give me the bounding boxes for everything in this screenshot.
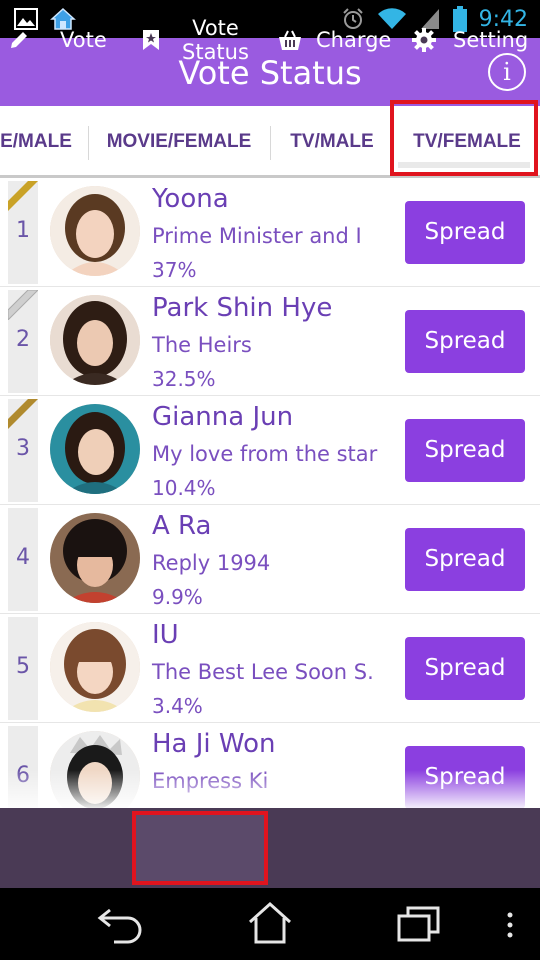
overflow-menu-icon[interactable] xyxy=(506,912,514,938)
bottom-nav xyxy=(0,808,540,888)
active-nav-highlight xyxy=(132,811,268,885)
candidate-name: A Ra xyxy=(152,511,212,541)
tab-movie-male[interactable]: E/MALE xyxy=(0,106,86,175)
avatar xyxy=(50,731,140,808)
nav-vote-status-label-1: Vote xyxy=(192,16,239,40)
bronze-corner-icon xyxy=(8,399,38,429)
vote-percent: 9.9% xyxy=(152,585,203,609)
recent-apps-icon[interactable] xyxy=(396,904,442,944)
nav-charge-label: Charge xyxy=(316,28,392,52)
rank-number: 6 xyxy=(16,763,30,788)
candidate-name: Gianna Jun xyxy=(152,402,294,432)
vote-ranking-list: 1 Yoona Prime Minister and I 37% Spread … xyxy=(0,178,540,808)
system-nav-bar xyxy=(0,888,540,960)
drama-title: Empress Ki xyxy=(152,769,269,793)
drama-title: The Best Lee Soon S. xyxy=(152,660,374,684)
list-item: 1 Yoona Prime Minister and I 37% Spread xyxy=(0,178,540,287)
avatar xyxy=(50,622,140,712)
list-item: 2 Park Shin Hye The Heirs 32.5% Spread xyxy=(0,287,540,396)
spread-button[interactable]: Spread xyxy=(405,637,525,700)
candidate-name: Park Shin Hye xyxy=(152,293,333,323)
avatar xyxy=(50,404,140,494)
drama-title: Prime Minister and I xyxy=(152,224,362,248)
gear-icon xyxy=(412,28,436,52)
drama-title: The Heirs xyxy=(152,333,252,357)
basket-icon xyxy=(279,30,301,50)
candidate-name: IU xyxy=(152,620,179,650)
avatar xyxy=(50,513,140,603)
nav-vote-status[interactable]: Vote Status xyxy=(142,0,260,80)
vote-percent: 37% xyxy=(152,258,197,282)
nav-setting[interactable]: Setting xyxy=(412,0,540,80)
rank-number: 4 xyxy=(16,545,30,570)
drama-title: Reply 1994 xyxy=(152,551,271,575)
spread-button[interactable]: Spread xyxy=(405,310,525,373)
candidate-name: Ha Ji Won xyxy=(152,729,276,759)
rank-number: 5 xyxy=(16,654,30,679)
back-icon[interactable] xyxy=(96,904,144,944)
rank-number: 3 xyxy=(16,436,30,461)
nav-vote-label: Vote xyxy=(60,28,107,52)
nav-setting-label: Setting xyxy=(453,28,529,52)
tab-tv-male[interactable]: TV/MALE xyxy=(271,106,393,175)
rank-number: 2 xyxy=(16,327,30,352)
list-item: 4 A Ra Reply 1994 9.9% Spread xyxy=(0,505,540,614)
candidate-name: Yoona xyxy=(152,184,229,214)
spread-button[interactable]: Spread xyxy=(405,746,525,808)
list-item: 3 Gianna Jun My love from the star 10.4%… xyxy=(0,396,540,505)
tab-movie-female[interactable]: MOVIE/FEMALE xyxy=(89,106,269,175)
list-item: 6 Ha Ji Won Empress Ki Spread xyxy=(0,723,540,808)
vote-percent: 32.5% xyxy=(152,367,216,391)
spread-button[interactable]: Spread xyxy=(405,419,525,482)
pencil-icon xyxy=(11,32,27,48)
nav-charge[interactable]: Charge xyxy=(278,0,398,80)
spread-button[interactable]: Spread xyxy=(405,528,525,591)
vote-percent: 3.4% xyxy=(152,694,203,718)
gold-corner-icon xyxy=(8,181,38,211)
rank-number: 1 xyxy=(16,218,30,243)
nav-vote[interactable]: Vote xyxy=(8,0,128,80)
drama-title: My love from the star xyxy=(152,442,378,466)
bookmark-star-icon xyxy=(143,30,159,50)
vote-percent: 10.4% xyxy=(152,476,216,500)
avatar xyxy=(50,186,140,276)
home-button-icon[interactable] xyxy=(246,900,294,946)
silver-corner-icon xyxy=(8,290,38,320)
list-item: 5 IU The Best Lee Soon S. 3.4% Spread xyxy=(0,614,540,723)
nav-vote-status-label-2: Status xyxy=(182,40,249,64)
active-tab-highlight xyxy=(390,100,538,176)
avatar xyxy=(50,295,140,385)
spread-button[interactable]: Spread xyxy=(405,201,525,264)
